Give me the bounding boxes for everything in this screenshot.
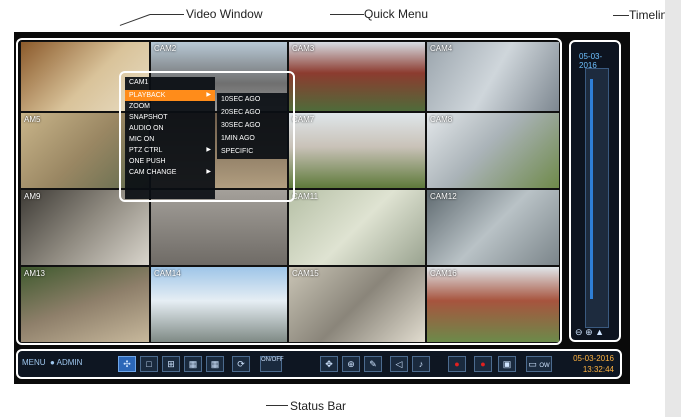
status-bar-callout: Status Bar xyxy=(290,399,347,413)
menu-item-mic-on[interactable]: MIC ON xyxy=(125,134,215,145)
quick-menu-title: CAM1 xyxy=(129,79,149,86)
menu-item-snapshot[interactable]: SNAPSHOT xyxy=(125,112,215,123)
camera-tile[interactable]: CAM16 xyxy=(426,266,560,343)
page-margin xyxy=(665,0,681,417)
quick-menu-panel: CAM1 PLAYBACK ▶ ZOOM SNAPSHOT AUDIO ON MI… xyxy=(125,77,215,199)
video-window-callout: Video Window xyxy=(186,7,263,21)
status-datetime: 05-03-2016 13:32:44 xyxy=(573,353,614,375)
submenu-item[interactable]: 20SEC AGO xyxy=(217,106,289,119)
audio-button[interactable]: ◁ xyxy=(390,356,408,372)
monitor-icon: ▣ xyxy=(502,359,512,369)
edit-icon: ✎ xyxy=(369,359,377,369)
alarm-button[interactable]: ● xyxy=(474,356,492,372)
sequence-button[interactable]: ⟳ xyxy=(232,356,250,372)
note-button[interactable]: ✎ xyxy=(364,356,382,372)
speaker-icon: ◁ xyxy=(395,359,403,369)
menu-item-cam-change[interactable]: CAM CHANGE ▶ xyxy=(125,167,215,178)
menu-item-ptz-ctrl[interactable]: PTZ CTRL ▶ xyxy=(125,145,215,156)
status-bar: MENU ● ADMIN ✣ □ ⊞ ▦ ▦ ⟳ ON/OFF ✥ ⊕ ✎ ◁ … xyxy=(16,349,622,379)
zoom-in-icon[interactable]: ⊕ xyxy=(585,327,593,337)
chevron-right-icon: ▶ xyxy=(206,147,211,153)
disk-icon: ▭ xyxy=(528,359,537,369)
status-date: 05-03-2016 xyxy=(573,354,614,363)
menu-item-playback[interactable]: PLAYBACK ▶ xyxy=(125,90,215,101)
grid-9-icon: ▦ xyxy=(188,359,198,369)
quick-menu-callout-line xyxy=(330,14,364,15)
menu-item-audio-on[interactable]: AUDIO ON xyxy=(125,123,215,134)
user-icon: ● xyxy=(50,358,55,367)
submenu-item[interactable]: 30SEC AGO xyxy=(217,119,289,132)
layout-16-button[interactable]: ▦ xyxy=(206,356,224,372)
camera-tile[interactable]: CAM8 xyxy=(426,112,560,189)
timeline-callout-line xyxy=(613,15,629,16)
submenu-item[interactable]: SPECIFIC xyxy=(217,145,289,158)
camera-tile[interactable]: CAM12 xyxy=(426,189,560,266)
screens-button[interactable]: ▣ xyxy=(498,356,516,372)
ptz-button[interactable]: ✥ xyxy=(320,356,338,372)
layout-4-button[interactable]: ⊞ xyxy=(162,356,180,372)
timeline-controls[interactable]: ⊖ ⊕ ▲ xyxy=(575,327,604,338)
layout-1-button[interactable]: □ xyxy=(140,356,158,372)
quick-menu-callout: Quick Menu xyxy=(364,7,429,21)
refresh-icon: ⟳ xyxy=(237,359,245,369)
record-icon: ● xyxy=(454,359,460,369)
chevron-right-icon: ▶ xyxy=(206,169,211,175)
timeline-recording-bar xyxy=(590,79,593,299)
menu-item-zoom[interactable]: ZOOM xyxy=(125,101,215,112)
camera-tile[interactable]: CAM4 xyxy=(426,41,560,112)
camera-tile[interactable]: CAM14 xyxy=(150,266,288,343)
quick-menu: CAM1 PLAYBACK ▶ ZOOM SNAPSHOT AUDIO ON MI… xyxy=(119,71,295,202)
onoff-button[interactable]: ON/OFF xyxy=(260,356,284,372)
submenu-item[interactable]: 10SEC AGO xyxy=(217,93,289,106)
timeline-track[interactable] xyxy=(585,68,609,328)
playback-submenu: 10SEC AGO 20SEC AGO 30SEC AGO 1MIN AGO S… xyxy=(217,93,289,159)
menu-item-one-push[interactable]: ONE PUSH xyxy=(125,156,215,167)
disk-button[interactable]: ▭ OW xyxy=(526,356,552,372)
single-view-icon: □ xyxy=(146,359,152,369)
record-button[interactable]: ● xyxy=(448,356,466,372)
expand-icon: ✣ xyxy=(123,359,131,369)
ptz-icon: ✥ xyxy=(325,359,333,369)
zoom-icon: ⊕ xyxy=(347,359,355,369)
menu-button[interactable]: MENU xyxy=(22,358,46,367)
alarm-icon: ● xyxy=(480,359,486,369)
grid-16-icon: ▦ xyxy=(210,359,220,369)
grid-4-icon: ⊞ xyxy=(167,359,175,369)
camera-tile[interactable]: CAM15 xyxy=(288,266,426,343)
camera-tile[interactable]: AM13 xyxy=(20,266,150,343)
mic-button[interactable]: ♪ xyxy=(412,356,430,372)
zoom-button[interactable]: ⊕ xyxy=(342,356,360,372)
video-window-callout-line xyxy=(119,14,151,26)
zoom-out-icon[interactable]: ⊖ xyxy=(575,327,583,337)
camera-tile[interactable]: CAM3 xyxy=(288,41,426,112)
timeline-panel[interactable]: 05-03-2016 ⊖ ⊕ ▲ xyxy=(569,40,621,342)
submenu-item[interactable]: 1MIN AGO xyxy=(217,132,289,145)
microphone-icon: ♪ xyxy=(418,359,424,369)
layout-9-button[interactable]: ▦ xyxy=(184,356,202,372)
camera-tile[interactable]: CAM7 xyxy=(288,112,426,189)
camera-tile[interactable]: CAM11 xyxy=(288,189,426,266)
status-bar-callout-line xyxy=(266,405,288,406)
chevron-right-icon: ▶ xyxy=(206,92,211,98)
status-time: 13:32:44 xyxy=(582,365,614,374)
user-indicator[interactable]: ● ADMIN xyxy=(50,358,82,367)
video-window-callout-line xyxy=(150,14,184,15)
fullscreen-layout-button[interactable]: ✣ xyxy=(118,356,136,372)
triangle-up-icon[interactable]: ▲ xyxy=(595,327,604,337)
